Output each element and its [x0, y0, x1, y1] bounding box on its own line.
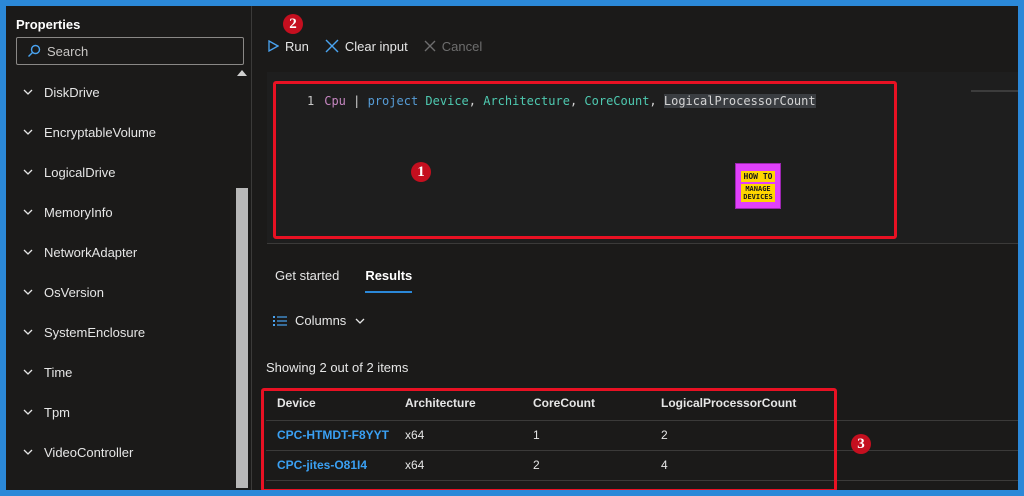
run-label: Run	[285, 38, 309, 54]
search-input[interactable]	[47, 43, 227, 59]
result-tabs: Get started Results	[275, 268, 438, 293]
run-button[interactable]: Run	[267, 39, 309, 54]
tree-item-label: DiskDrive	[44, 84, 100, 100]
chevron-down-icon	[23, 369, 33, 375]
results-count: Showing 2 out of 2 items	[266, 360, 409, 375]
chevron-down-icon	[23, 169, 33, 175]
search-icon	[28, 44, 41, 57]
scroll-thumb[interactable]	[236, 188, 248, 488]
chevron-down-icon	[355, 318, 365, 324]
columns-button[interactable]: Columns	[273, 313, 374, 328]
clear-input-button[interactable]: Clear input	[325, 39, 408, 54]
tree-item-label: VideoController	[44, 444, 134, 460]
tree-item-videocontroller[interactable]: VideoController	[6, 432, 234, 472]
tree-item-time[interactable]: Time	[6, 352, 234, 392]
close-icon	[325, 39, 339, 53]
tab-get-started[interactable]: Get started	[275, 268, 339, 293]
tree-item-diskdrive[interactable]: DiskDrive	[6, 72, 234, 112]
editor-annotation-box	[273, 81, 897, 239]
chevron-down-icon	[23, 209, 33, 215]
tree-item-tpm[interactable]: Tpm	[6, 392, 234, 432]
cancel-button[interactable]: Cancel	[424, 39, 482, 54]
tree-item-label: MemoryInfo	[44, 204, 113, 220]
chevron-down-icon	[23, 129, 33, 135]
properties-sidebar: Properties DiskDrive EncryptableVolume L…	[6, 6, 252, 490]
tree-item-networkadapter[interactable]: NetworkAdapter	[6, 232, 234, 272]
tree-item-label: SystemEnclosure	[44, 324, 146, 340]
app-frame: Properties DiskDrive EncryptableVolume L…	[6, 6, 1018, 490]
scroll-up-arrow-icon[interactable]	[237, 70, 247, 76]
clear-input-label: Clear input	[344, 38, 408, 54]
tree-item-logicaldrive[interactable]: LogicalDrive	[6, 152, 234, 192]
tree-item-label: Tpm	[44, 404, 70, 420]
chevron-down-icon	[23, 409, 33, 415]
sidebar-scrollbar[interactable]	[234, 66, 250, 490]
sidebar-title: Properties	[16, 17, 81, 32]
tree-item-osversion[interactable]: OsVersion	[6, 272, 234, 312]
cancel-label: Cancel	[441, 38, 483, 54]
tree-item-label: OsVersion	[44, 284, 104, 300]
tab-results[interactable]: Results	[365, 268, 413, 293]
tree-item-label: EncryptableVolume	[44, 124, 157, 140]
tree-item-label: Time	[44, 364, 73, 380]
columns-label: Columns	[295, 313, 347, 328]
table-annotation-box	[261, 388, 837, 490]
minimap	[971, 90, 1018, 92]
close-icon	[424, 40, 436, 52]
query-main: 2 Run Clear input Cancel 1 Cpu | project …	[253, 6, 1018, 490]
chevron-down-icon	[23, 89, 33, 95]
tree-item-label: NetworkAdapter	[44, 244, 138, 260]
annotation-badge-2: 2	[283, 14, 303, 34]
property-tree: DiskDrive EncryptableVolume LogicalDrive…	[6, 72, 234, 472]
list-icon	[273, 315, 287, 326]
tree-item-label: LogicalDrive	[44, 164, 116, 180]
search-box[interactable]	[16, 37, 244, 65]
tree-item-encryptablevolume[interactable]: EncryptableVolume	[6, 112, 234, 152]
chevron-down-icon	[23, 249, 33, 255]
tree-item-memoryinfo[interactable]: MemoryInfo	[6, 192, 234, 232]
chevron-down-icon	[23, 289, 33, 295]
play-icon	[268, 40, 279, 52]
chevron-down-icon	[23, 329, 33, 335]
tree-item-systemenclosure[interactable]: SystemEnclosure	[6, 312, 234, 352]
query-toolbar: Run Clear input Cancel	[267, 36, 498, 56]
chevron-down-icon	[23, 449, 33, 455]
annotation-badge-3: 3	[851, 434, 871, 454]
